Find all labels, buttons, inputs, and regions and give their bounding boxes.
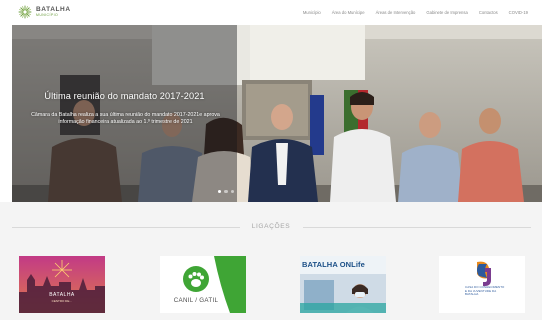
hero-description: Câmara da Batalha realiza a sua última r… (31, 112, 220, 126)
card-onlife-title: BATALHA ONLife (302, 260, 365, 269)
slider-dot[interactable] (224, 190, 228, 194)
section-divider (303, 227, 531, 228)
card-batalha-subtitle: CENTRO DE… (51, 299, 73, 303)
hero-title[interactable]: Última reunião do mandato 2017-2021 (12, 91, 237, 101)
link-card-batalha-onlife[interactable]: BATALHA ONLife (300, 256, 386, 313)
slider-dots (218, 190, 235, 194)
link-card-canil-gatil[interactable]: CANIL / GATIL (160, 256, 246, 313)
nav-item-gabinete-imprensa[interactable]: Gabinete de Imprensa (426, 10, 467, 15)
nav-item-covid[interactable]: COVID-19 (509, 10, 528, 15)
logo-sunburst-icon (18, 5, 32, 19)
nav-item-areas-intervencao[interactable]: Áreas de Intervenção (376, 10, 416, 15)
site-logo[interactable]: BATALHA MUNICÍPIO (18, 5, 71, 19)
canil-card-image (160, 256, 246, 313)
brand-subtitle: MUNICÍPIO (36, 13, 59, 17)
hero-slider[interactable]: Última reunião do mandato 2017-2021 Câma… (12, 25, 542, 202)
nav-item-area-municipe[interactable]: Área do Munícipe (332, 10, 365, 15)
link-card-casa-conhecimento[interactable]: CASA DO CONHECIMENTO E DA JUVENTUDE DA B… (439, 256, 525, 313)
card-canil-title: CANIL / GATIL (173, 297, 219, 304)
site-header: BATALHA MUNICÍPIO Município Área do Muní… (0, 0, 542, 26)
slider-dot[interactable] (218, 190, 222, 194)
slider-dot[interactable] (230, 190, 235, 194)
card-casa-title: CASA DO CONHECIMENTO E DA JUVENTUDE DA B… (465, 285, 505, 296)
link-card-batalha[interactable]: BATALHA CENTRO DE… (19, 256, 105, 313)
main-nav: Município Área do Munícipe Áreas de Inte… (303, 10, 528, 15)
batalha-card-image (19, 256, 105, 313)
nav-item-contactos[interactable]: Contactos (479, 10, 498, 15)
links-section: LIGAÇÕES BATALHA CENTRO DE… CANIL / GATI… (0, 202, 542, 320)
nav-item-municipio[interactable]: Município (303, 10, 321, 15)
card-batalha-title: BATALHA (49, 292, 75, 298)
